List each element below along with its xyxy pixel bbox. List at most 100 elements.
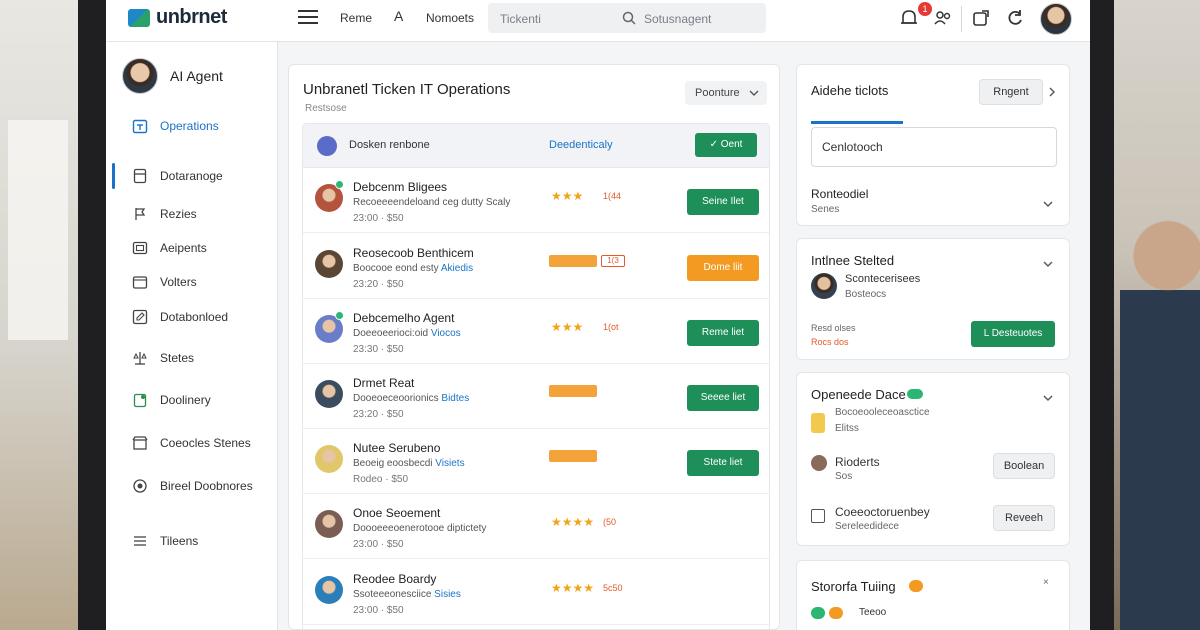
checkbox-icon[interactable] xyxy=(811,509,825,523)
ticket-avatar xyxy=(315,510,343,538)
ticket-row[interactable]: Reodee Boardy Ssoteeeonesciice Sisies 23:0… xyxy=(303,560,769,625)
nav-icon-a[interactable]: A xyxy=(394,8,403,24)
ticket-link[interactable]: Viocos xyxy=(431,328,461,339)
ticket-name: Onoe Seoement xyxy=(353,506,441,520)
sidebar-item-volters[interactable]: Volters xyxy=(106,269,278,295)
logo-icon xyxy=(128,8,150,27)
ticket-row[interactable]: Reosecoob Benthicem Boocooe eond esty Aki… xyxy=(303,234,769,299)
search-icon xyxy=(622,11,636,25)
sidebar-item-tileens[interactable]: Tileens xyxy=(106,528,278,554)
ticket-description: Ssoteeeonesciice Sisies xyxy=(353,589,461,600)
header-avatar xyxy=(317,136,337,156)
ticket-link[interactable]: Akiedis xyxy=(441,263,473,274)
ticket-action-button[interactable]: Reme liet xyxy=(687,320,759,346)
page-title: Unbranetl Ticken IT Operations xyxy=(303,81,511,98)
scale-icon xyxy=(133,352,147,365)
ticket-row[interactable]: Debcemelho Agent Doeeoeerioci:oid Viocos 2… xyxy=(303,299,769,364)
ticket-row[interactable]: Debcenm Bligees Recoeeeendeloand ceg dutt… xyxy=(303,168,769,233)
notification-badge: 1 xyxy=(918,2,932,16)
assign-button[interactable]: L Desteuotes xyxy=(971,321,1055,347)
ticket-row[interactable]: Drmet Reat Dooeoeceoorionics Bidtes 23:20 … xyxy=(303,364,769,429)
sidebar-item-label: Bireel Doobnores xyxy=(160,479,253,493)
bell-icon[interactable] xyxy=(898,7,920,29)
user-avatar[interactable] xyxy=(1040,3,1072,35)
chevron-right-icon[interactable] xyxy=(1047,87,1057,97)
rating-value: 1(ot xyxy=(603,322,619,332)
review-button[interactable]: Reveeh xyxy=(993,505,1055,531)
search-input[interactable]: Tickenti xyxy=(500,12,541,26)
sidebar-item-label: Dotabonloed xyxy=(160,310,229,324)
assigned-tickets-card: Aidehe ticlots Rngent Cenlotooch Ronteod… xyxy=(796,64,1070,226)
ticket-action-button[interactable]: Seine Ilet xyxy=(687,189,759,215)
sidebar-item-dotabonloed[interactable]: Dotabonloed xyxy=(106,304,278,330)
ticket-meta: 23:20 · $50 xyxy=(353,279,404,290)
ticket-link[interactable]: Bidtes xyxy=(441,393,469,404)
sidebar-item-dotaranoge[interactable]: Dotaranoge xyxy=(106,163,278,189)
sidebar-item-aeipents[interactable]: Aeipents xyxy=(106,235,278,261)
folder-icon xyxy=(132,276,148,289)
sidebar-item-bireel-doobnores[interactable]: Bireel Doobnores xyxy=(106,473,278,499)
storage-value: Teeoo xyxy=(859,607,887,618)
ticket-operations-panel: Unbranetl Ticken IT Operations Restsose … xyxy=(288,64,780,630)
ticket-row[interactable]: Onoe Seoement Doooeeeoenerotooe diptictet… xyxy=(303,494,769,559)
priority-tag xyxy=(549,255,597,267)
agent-profile[interactable]: AI Agent xyxy=(122,58,223,94)
ticket-meta: Rodeo · $50 xyxy=(353,474,409,485)
filter-dropdown[interactable]: Poonture xyxy=(685,81,767,105)
status-toggle[interactable] xyxy=(907,389,923,399)
sidebar: AI Agent Operations Dotaranoge Rezies Ae… xyxy=(106,42,278,630)
ticket-link[interactable]: Sisies xyxy=(434,589,461,600)
online-indicator xyxy=(335,311,344,320)
search-bar[interactable]: Tickenti Sotusnagent xyxy=(488,3,766,33)
ticket-action-button[interactable]: Dome liit xyxy=(687,255,759,281)
ticket-meta: 23:20 · $50 xyxy=(353,409,404,420)
person-subtitle: Sos xyxy=(835,471,853,482)
chevron-down-icon[interactable] xyxy=(1043,259,1053,269)
nav-link-moments[interactable]: Nomoets xyxy=(426,11,474,25)
refresh-icon[interactable] xyxy=(1004,7,1026,29)
agent-button[interactable]: Rngent xyxy=(979,79,1043,105)
store-icon xyxy=(132,436,148,450)
ticket-action-button[interactable]: Seeee liet xyxy=(687,385,759,411)
sidebar-item-rezies[interactable]: Rezies xyxy=(106,201,278,227)
header-action-button[interactable]: ✓ Oent xyxy=(695,133,757,157)
share-icon[interactable] xyxy=(970,7,992,29)
ticket-row[interactable]: Nutee Serubeno Beoeig eoosbecdi Visiets Ro… xyxy=(303,429,769,494)
agent-name: AI Agent xyxy=(170,68,223,84)
ticket-link[interactable]: Visiets xyxy=(435,458,464,469)
header-link[interactable]: Deedenticaly xyxy=(549,139,613,151)
ticket-search-field[interactable]: Cenlotooch xyxy=(811,127,1057,167)
nav-link-home[interactable]: Reme xyxy=(340,11,372,25)
sidebar-item-label: Rezies xyxy=(160,207,197,221)
detail-line-2: Elitss xyxy=(835,423,859,434)
sidebar-item-coeocles-stenes[interactable]: Coeocles Stenes xyxy=(106,430,278,456)
ticket-avatar xyxy=(315,576,343,604)
edit-icon xyxy=(132,309,148,325)
sidebar-item-label: Volters xyxy=(160,275,197,289)
ticket-action-button[interactable]: Stete liet xyxy=(687,450,759,476)
search-agent-input[interactable]: Sotusnagent xyxy=(644,12,711,26)
sidebar-item-label: Operations xyxy=(160,119,219,133)
chevron-down-icon[interactable] xyxy=(1043,393,1053,403)
app-screen: unbrnet Reme A Nomoets Tickenti Sotusnag… xyxy=(106,0,1090,630)
ticket-meta: 23:30 · $50 xyxy=(353,344,404,355)
sidebar-item-doolinery[interactable]: Doolinery xyxy=(106,387,278,413)
ticket-search-input[interactable]: Cenlotooch xyxy=(822,140,883,154)
chevron-down-icon[interactable] xyxy=(1043,199,1053,209)
dropdown-label: Poonture xyxy=(695,87,740,99)
rating-value: 1(44 xyxy=(603,191,622,201)
logo[interactable]: unbrnet xyxy=(128,6,227,29)
sidebar-item-stetes[interactable]: Stetes xyxy=(106,345,278,371)
priority-tag xyxy=(549,385,597,397)
open-database-card: Openeede Dace Bocoeooleceoasctice Elitss… xyxy=(796,372,1070,546)
ticket-description: Recoeeeendeloand ceg dutty Scaly xyxy=(353,197,511,208)
menu-icon[interactable] xyxy=(298,10,318,26)
calendar-icon xyxy=(132,119,148,134)
users-icon[interactable] xyxy=(932,7,954,29)
sidebar-item-operations[interactable]: Operations xyxy=(106,113,278,139)
detail-line-1: Bocoeooleceoasctice xyxy=(835,407,930,418)
boolean-button[interactable]: Boolean xyxy=(993,453,1055,479)
background-person xyxy=(1120,150,1200,630)
list-header: Dosken renbone Deedenticaly ✓ Oent xyxy=(303,124,769,168)
close-icon[interactable]: × xyxy=(1043,577,1049,588)
